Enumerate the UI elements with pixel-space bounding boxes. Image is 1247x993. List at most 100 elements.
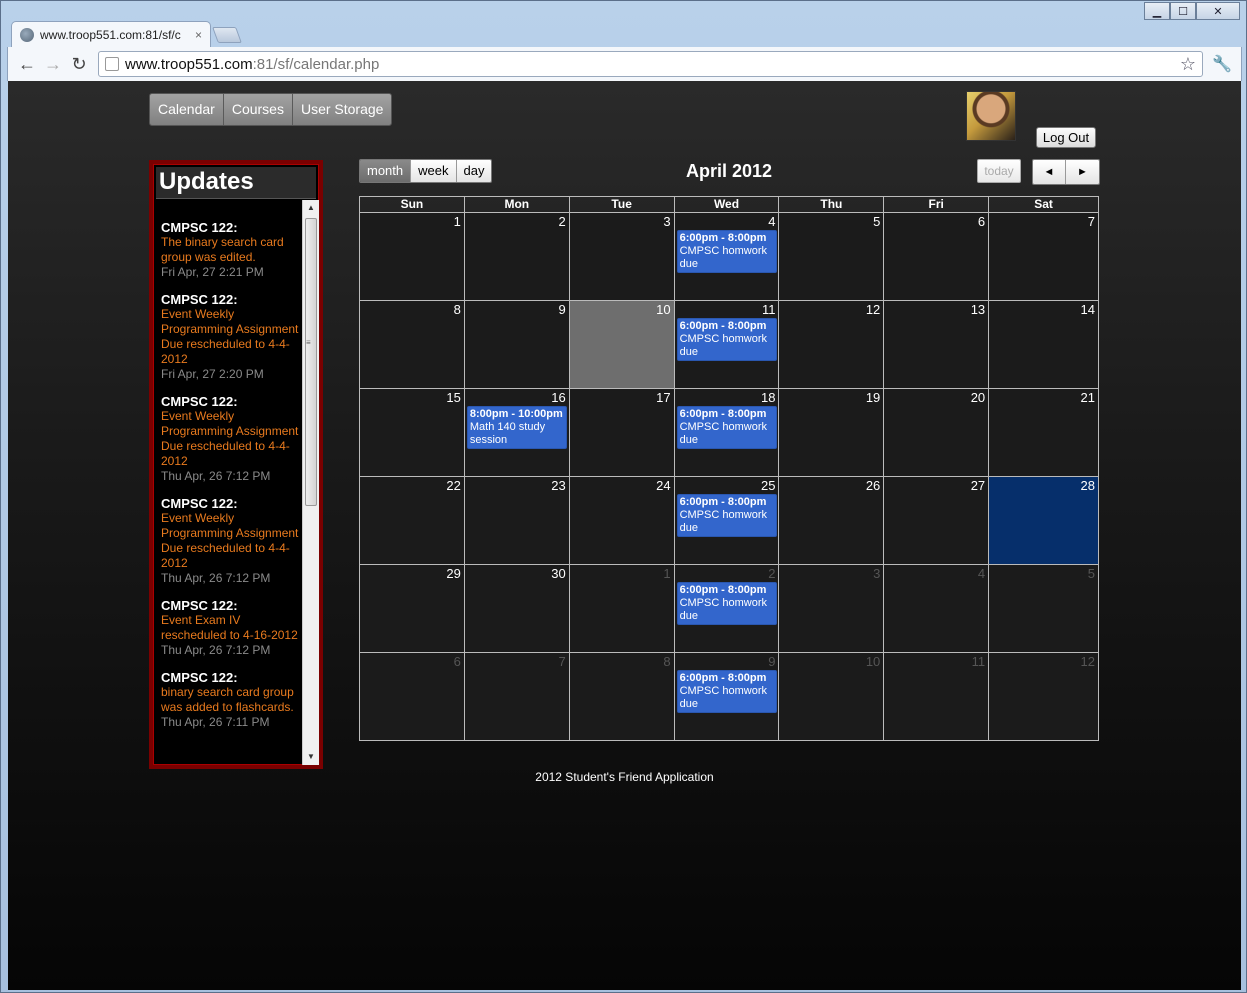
day-cell[interactable]: 24 <box>569 477 675 565</box>
day-cell[interactable]: 22 <box>360 477 465 565</box>
day-number: 24 <box>656 478 671 493</box>
day-cell-today[interactable]: 28 <box>989 477 1099 565</box>
day-cell[interactable]: 29 <box>360 565 465 653</box>
update-text: Event Weekly Programming Assignment Due … <box>161 307 299 366</box>
day-cell[interactable]: 11 6:00pm - 8:00pm CMPSC homwork due <box>674 301 780 389</box>
day-cell[interactable]: 15 <box>360 389 465 477</box>
day-cell[interactable]: 6 <box>360 653 465 741</box>
day-cell[interactable]: 1 <box>360 213 465 301</box>
day-cell[interactable]: 3 <box>779 565 885 653</box>
day-cell[interactable]: 11 <box>884 653 990 741</box>
calendar-event[interactable]: 6:00pm - 8:00pm CMPSC homwork due <box>676 406 777 449</box>
day-cell[interactable]: 17 <box>569 389 675 477</box>
event-time: 6:00pm - 8:00pm <box>679 672 767 684</box>
update-time: Fri Apr, 27 2:21 PM <box>161 265 264 279</box>
day-cell[interactable]: 4 <box>884 565 990 653</box>
calendar-week: 1 2 3 4 6:00pm - 8:00pm CMPSC homwork du… <box>360 213 1099 301</box>
day-cell[interactable]: 10 <box>779 653 885 741</box>
day-cell[interactable]: 6 <box>884 213 990 301</box>
view-month-button[interactable]: month <box>360 160 412 182</box>
bookmark-star-icon[interactable]: ☆ <box>1180 54 1196 75</box>
logout-button[interactable]: Log Out <box>1036 127 1096 148</box>
day-cell[interactable]: 12 <box>779 301 885 389</box>
day-number: 7 <box>558 654 566 669</box>
day-cell[interactable]: 13 <box>884 301 990 389</box>
browser-tab[interactable]: www.troop551.com:81/sf/c × <box>11 21 211 47</box>
calendar-event[interactable]: 6:00pm - 8:00pm CMPSC homwork due <box>676 230 777 273</box>
avatar <box>966 91 1016 141</box>
tab-close-icon[interactable]: × <box>195 28 202 42</box>
day-cell[interactable]: 27 <box>884 477 990 565</box>
day-number: 14 <box>1080 302 1095 317</box>
forward-button[interactable]: → <box>40 51 66 77</box>
update-text: The binary search card group was edited. <box>161 235 284 264</box>
day-cell-selected[interactable]: 10 <box>569 301 675 389</box>
day-number: 28 <box>1080 478 1095 493</box>
day-cell[interactable]: 9 <box>464 301 570 389</box>
calendar-event[interactable]: 6:00pm - 8:00pm CMPSC homwork due <box>676 318 777 361</box>
reload-button[interactable]: ↻ <box>66 51 92 77</box>
day-cell[interactable]: 16 8:00pm - 10:00pm Math 140 study sessi… <box>464 389 570 477</box>
day-cell[interactable]: 8 <box>360 301 465 389</box>
address-bar[interactable]: www.troop551.com:81/sf/calendar.php ☆ <box>98 51 1203 77</box>
day-cell[interactable]: 4 6:00pm - 8:00pm CMPSC homwork due <box>674 213 780 301</box>
day-cell[interactable]: 30 <box>464 565 570 653</box>
day-cell[interactable]: 8 <box>569 653 675 741</box>
view-day-button[interactable]: day <box>456 160 492 182</box>
day-cell[interactable]: 20 <box>884 389 990 477</box>
day-cell[interactable]: 3 <box>569 213 675 301</box>
calendar-event[interactable]: 6:00pm - 8:00pm CMPSC homwork due <box>676 582 777 625</box>
day-cell[interactable]: 26 <box>779 477 885 565</box>
day-number: 8 <box>663 654 671 669</box>
back-button[interactable]: ← <box>14 51 40 77</box>
calendar-week: 15 16 8:00pm - 10:00pm Math 140 study se… <box>360 389 1099 477</box>
today-button[interactable]: today <box>977 159 1021 183</box>
day-cell[interactable]: 5 <box>779 213 885 301</box>
day-cell[interactable]: 21 <box>989 389 1099 477</box>
new-tab-button[interactable] <box>212 27 242 43</box>
event-time: 6:00pm - 8:00pm <box>679 320 767 332</box>
nav-calendar[interactable]: Calendar <box>150 94 224 125</box>
minimize-button[interactable]: ▁ <box>1144 2 1170 20</box>
day-header: Tue <box>569 197 675 213</box>
day-number: 8 <box>453 302 461 317</box>
day-cell[interactable]: 2 <box>464 213 570 301</box>
day-number: 13 <box>970 302 986 317</box>
scroll-up-icon[interactable]: ▲ <box>303 200 319 216</box>
day-cell[interactable]: 7 <box>464 653 570 741</box>
month-nav: ◄ ► <box>1032 159 1100 185</box>
calendar-event[interactable]: 6:00pm - 8:00pm CMPSC homwork due <box>676 494 777 537</box>
calendar-event[interactable]: 8:00pm - 10:00pm Math 140 study session <box>466 406 567 449</box>
close-window-button[interactable]: ✕ <box>1196 2 1240 20</box>
day-cell[interactable]: 9 6:00pm - 8:00pm CMPSC homwork due <box>674 653 780 741</box>
scroll-thumb[interactable] <box>305 218 317 506</box>
browser-window: ▁ ☐ ✕ www.troop551.com:81/sf/c × ← → ↻ w… <box>0 0 1247 993</box>
prev-month-button[interactable]: ◄ <box>1033 160 1066 184</box>
day-cell[interactable]: 12 <box>989 653 1099 741</box>
scroll-down-icon[interactable]: ▼ <box>303 749 319 765</box>
day-cell[interactable]: 1 <box>569 565 675 653</box>
view-week-button[interactable]: week <box>411 160 457 182</box>
nav-user-storage[interactable]: User Storage <box>292 94 392 125</box>
day-cell[interactable]: 23 <box>464 477 570 565</box>
day-number: 30 <box>551 566 566 581</box>
day-number: 3 <box>873 566 881 581</box>
page-viewport: Calendar Courses User Storage Log Out Up… <box>8 81 1241 990</box>
updates-scrollbar[interactable]: ▲ ≡ ▼ <box>302 200 319 765</box>
day-cell[interactable]: 25 6:00pm - 8:00pm CMPSC homwork due <box>674 477 780 565</box>
day-cell[interactable]: 19 <box>779 389 885 477</box>
nav-courses[interactable]: Courses <box>223 94 293 125</box>
day-cell[interactable]: 14 <box>989 301 1099 389</box>
next-month-button[interactable]: ► <box>1066 160 1099 184</box>
day-cell[interactable]: 7 <box>989 213 1099 301</box>
wrench-icon[interactable]: 🔧 <box>1209 54 1235 74</box>
day-number: 5 <box>873 214 881 229</box>
day-cell[interactable]: 5 <box>989 565 1099 653</box>
calendar-event[interactable]: 6:00pm - 8:00pm CMPSC homwork due <box>676 670 777 713</box>
day-cell[interactable]: 18 6:00pm - 8:00pm CMPSC homwork due <box>674 389 780 477</box>
update-item: CMPSC 122: Event Weekly Programming Assi… <box>161 496 301 586</box>
update-time: Thu Apr, 26 7:12 PM <box>161 469 271 483</box>
maximize-button[interactable]: ☐ <box>1170 2 1196 20</box>
day-cell[interactable]: 2 6:00pm - 8:00pm CMPSC homwork due <box>674 565 780 653</box>
update-text: Event Exam IV rescheduled to 4-16-2012 <box>161 613 298 642</box>
